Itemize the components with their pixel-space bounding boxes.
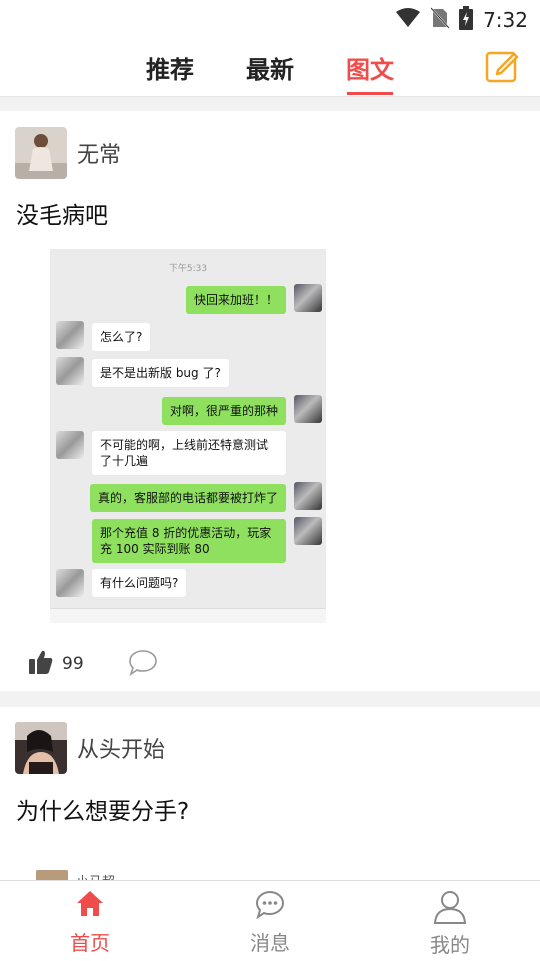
status-time: 7:32 xyxy=(483,8,528,32)
avatar[interactable] xyxy=(15,127,67,179)
chat-avatar xyxy=(294,395,322,423)
comment-icon xyxy=(128,650,158,680)
feed-divider xyxy=(0,691,540,707)
post-image[interactable]: 下午5:33 快回来加班！！ 怎么了? 是不是出新版 bug 了? 对啊，很严重… xyxy=(50,249,326,623)
chat-avatar xyxy=(56,569,84,597)
nav-label: 我的 xyxy=(430,933,470,957)
chat-bubble: 是不是出新版 bug 了? xyxy=(92,359,229,387)
like-button[interactable]: 99 xyxy=(28,649,84,679)
active-tab-indicator xyxy=(347,92,393,95)
battery-charging-icon xyxy=(459,6,474,34)
chat-avatar xyxy=(294,517,322,545)
top-tab-bar: 推荐 最新 图文 xyxy=(0,36,540,97)
chat-avatar xyxy=(294,482,322,510)
chat-timestamp: 下午5:33 xyxy=(168,264,208,274)
feed-divider xyxy=(0,97,540,111)
status-bar: 7:32 xyxy=(0,0,540,36)
bottom-nav: 首页 消息 我的 xyxy=(0,880,540,961)
chat-input-bar xyxy=(50,608,326,623)
chat-bubble: 那个充值 8 折的优惠活动，玩家充 100 实际到账 80 xyxy=(92,519,286,563)
thumbs-up-icon xyxy=(28,649,54,679)
nav-label: 消息 xyxy=(250,931,290,955)
username[interactable]: 从头开始 xyxy=(77,732,165,764)
no-sim-icon xyxy=(430,7,450,33)
avatar[interactable] xyxy=(15,722,67,774)
message-icon xyxy=(255,890,285,923)
chat-bubble: 真的，客服部的电话都要被打炸了 xyxy=(89,484,286,512)
wifi-icon xyxy=(395,8,421,32)
post-text: 为什么想要分手? xyxy=(16,799,190,825)
edit-icon xyxy=(484,51,520,88)
chat-bubble: 有什么问题吗? xyxy=(92,569,187,597)
chat-avatar xyxy=(56,357,84,385)
tab-image-text[interactable]: 图文 xyxy=(346,50,394,85)
post-text: 没毛病吧 xyxy=(16,203,108,229)
nav-home[interactable]: 首页 xyxy=(40,889,140,956)
post-header[interactable]: 无常 xyxy=(15,127,121,179)
nav-label: 首页 xyxy=(70,931,110,955)
edit-post-button[interactable] xyxy=(484,48,520,84)
nav-profile[interactable]: 我的 xyxy=(400,889,500,958)
tab-latest[interactable]: 最新 xyxy=(246,50,294,85)
chat-bubble: 快回来加班！！ xyxy=(185,286,286,314)
home-icon xyxy=(75,891,105,923)
chat-bubble: 怎么了? xyxy=(92,323,151,351)
username[interactable]: 无常 xyxy=(77,137,121,169)
tab-recommended[interactable]: 推荐 xyxy=(146,50,194,85)
nav-messages[interactable]: 消息 xyxy=(220,889,320,956)
chat-bubble: 不可能的啊，上线前还特意测试了十几遍 xyxy=(92,431,286,475)
comment-button[interactable] xyxy=(128,648,158,680)
post-actions: 99 xyxy=(28,648,158,680)
post-header[interactable]: 从头开始 xyxy=(15,722,165,774)
chat-avatar xyxy=(294,284,322,312)
chat-avatar xyxy=(56,431,84,459)
chat-avatar xyxy=(56,321,84,349)
user-icon xyxy=(432,891,468,929)
like-count: 99 xyxy=(62,654,84,674)
chat-bubble: 对啊，很严重的那种 xyxy=(161,397,286,425)
